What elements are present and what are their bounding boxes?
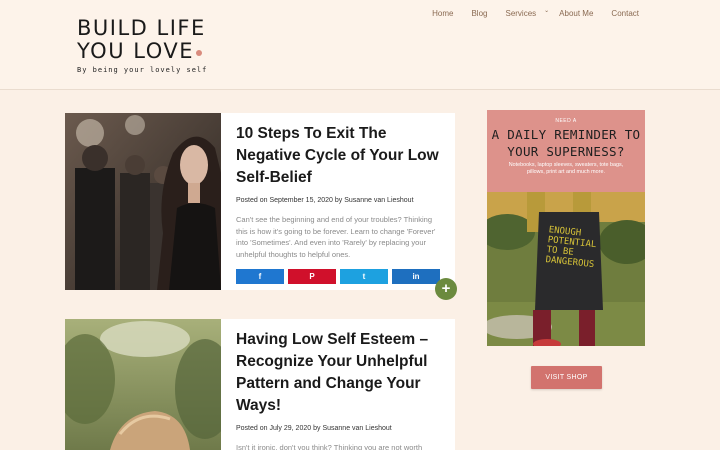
ad-subtext: Notebooks, laptop sleeves, sweaters, tot…	[508, 162, 624, 175]
meta-prefix: Posted on	[236, 197, 268, 204]
post-title[interactable]: Having Low Self Esteem – Recognize Your …	[236, 329, 441, 417]
share-bar: f P t in	[236, 269, 441, 284]
ad-photo	[487, 192, 645, 346]
main-nav: Home Blog Services ⌄ About Me Contact	[423, 8, 648, 19]
post-thumbnail[interactable]	[65, 113, 221, 290]
post-content: 10 Steps To Exit The Negative Cycle of Y…	[236, 123, 441, 284]
pinterest-share-button[interactable]: P	[288, 269, 336, 284]
meta-prefix: Posted on	[236, 425, 268, 432]
logo-line-2-text: YOU LOVE	[77, 39, 194, 63]
chevron-down-icon: ⌄	[544, 8, 550, 14]
post-author[interactable]: Susanne van Lieshout	[322, 425, 391, 432]
ad-headline: A DAILY REMINDER TO YOUR SUPERNESS?	[491, 127, 641, 159]
ad-need-label: NEED A	[555, 118, 577, 124]
nav-home[interactable]: Home	[423, 9, 462, 19]
facebook-icon: f	[258, 272, 262, 281]
site-header: BUILD LIFE YOU LOVE By being your lovely…	[0, 0, 720, 90]
post-author[interactable]: Susanne van Lieshout	[344, 197, 413, 204]
post-thumbnail[interactable]	[65, 319, 221, 450]
logo-tagline: By being your lovely self	[77, 66, 208, 74]
bag-slogan: ENOUGH POTENTIAL TO BE DANGEROUS	[545, 225, 597, 271]
post-meta: Posted on September 15, 2020 by Susanne …	[236, 197, 441, 204]
twitter-icon: t	[362, 272, 366, 281]
nav-services[interactable]: Services ⌄	[496, 8, 550, 19]
post-excerpt: Can't see the beginning and end of your …	[236, 215, 436, 259]
nav-contact[interactable]: Contact	[602, 9, 648, 19]
meta-by: by	[334, 197, 343, 204]
post-excerpt: Isn't it ironic, don't you think? Thinki…	[236, 443, 423, 450]
logo-line-2: YOU LOVE	[77, 40, 207, 63]
pinterest-icon: P	[309, 272, 315, 281]
linkedin-icon: in	[412, 272, 420, 281]
post-title[interactable]: 10 Steps To Exit The Negative Cycle of Y…	[236, 123, 441, 189]
logo-dot-icon	[196, 50, 202, 56]
nav-about[interactable]: About Me	[550, 9, 602, 19]
post-date[interactable]: September 15, 2020	[269, 197, 332, 204]
expand-plus-button[interactable]: +	[435, 278, 457, 300]
post-card: Having Low Self Esteem – Recognize Your …	[65, 319, 455, 450]
post-card: 10 Steps To Exit The Negative Cycle of Y…	[65, 113, 457, 300]
post-content: Having Low Self Esteem – Recognize Your …	[236, 329, 441, 450]
logo-line-1: BUILD LIFE	[77, 16, 206, 40]
site-logo[interactable]: BUILD LIFE YOU LOVE By being your lovely…	[77, 16, 208, 75]
facebook-share-button[interactable]: f	[236, 269, 284, 284]
ad-header: NEED A A DAILY REMINDER TO YOUR SUPERNES…	[487, 110, 645, 192]
twitter-share-button[interactable]: t	[340, 269, 388, 284]
visit-shop-button[interactable]: VISIT SHOP	[531, 366, 602, 389]
post-date[interactable]: July 29, 2020	[269, 425, 311, 432]
nav-blog[interactable]: Blog	[462, 9, 496, 19]
shop-banner-ad[interactable]: NEED A A DAILY REMINDER TO YOUR SUPERNES…	[487, 110, 645, 346]
linkedin-share-button[interactable]: in	[392, 269, 440, 284]
nav-services-label: Services	[505, 9, 537, 18]
meta-by: by	[313, 425, 321, 432]
post-meta: Posted on July 29, 2020 by Susanne van L…	[236, 425, 441, 432]
